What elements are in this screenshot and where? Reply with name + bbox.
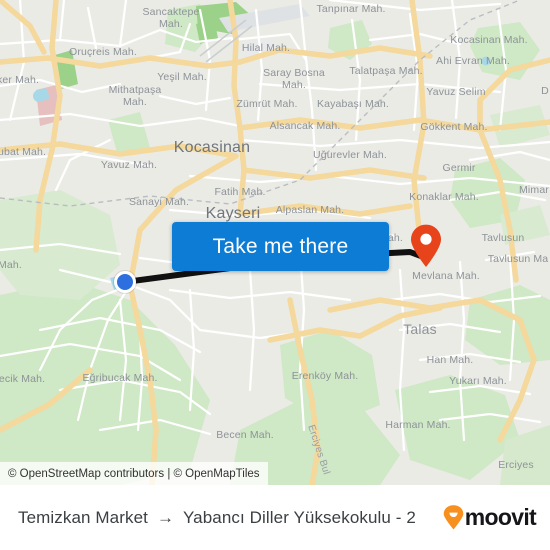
arrow-right-icon: →: [156, 507, 174, 527]
route-summary: Temizkan Market → Yabancı Diller Yükseko…: [18, 508, 433, 528]
take-me-there-button[interactable]: Take me there: [172, 222, 389, 271]
map-attribution[interactable]: © OpenStreetMap contributors | © OpenMap…: [0, 462, 268, 485]
map-pin-icon: [411, 224, 441, 267]
origin-marker[interactable]: [114, 271, 136, 293]
moovit-wordmark: moovit: [464, 504, 537, 530]
destination-marker[interactable]: [409, 224, 443, 268]
route-destination-label: Yabancı Diller Yüksekokulu - 2: [182, 507, 416, 527]
bottom-bar: Temizkan Market → Yabancı Diller Yükseko…: [0, 485, 550, 550]
map-canvas[interactable]: Sancaktepe Mah. Tanpınar Mah. Kocasinan Ma…: [0, 0, 550, 485]
moovit-logo[interactable]: moovit: [443, 504, 537, 531]
moovit-pin-icon: [443, 505, 464, 530]
route-origin-label: Temizkan Market: [18, 507, 148, 527]
moovit-map-screen: Sancaktepe Mah. Tanpınar Mah. Kocasinan Ma…: [0, 0, 550, 550]
